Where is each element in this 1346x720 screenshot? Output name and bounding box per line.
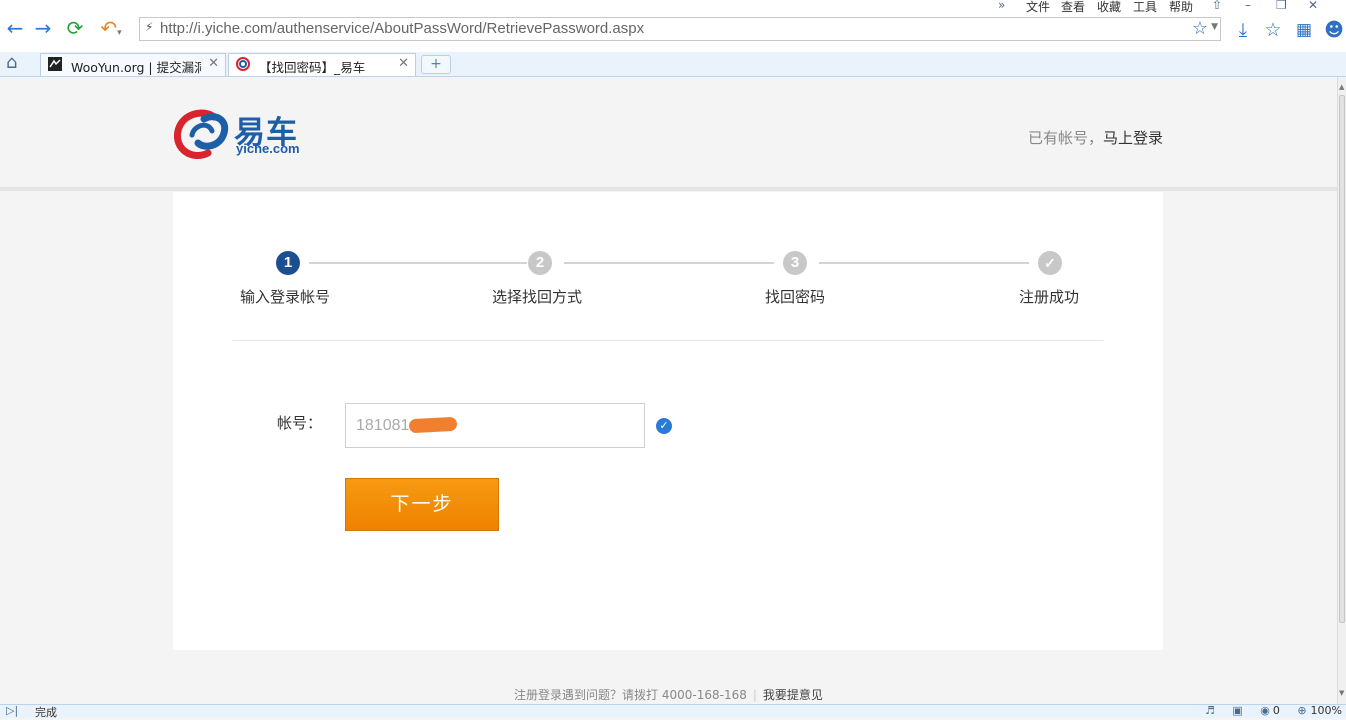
feedback-link[interactable]: 我要提意见 [763,688,823,702]
download-count-icon[interactable]: ◉ [1260,704,1270,717]
browser-toolbar: ← → ⟳ ↶▾ ⚡ http://i.yiche.com/authenserv… [0,0,1346,52]
close-tab-icon[interactable]: ✕ [398,56,409,71]
tab-strip: ⌂ WooYun.org | 提交漏洞 ✕ 【找回密码】_易车 ✕ + [0,52,1346,77]
login-hint: 已有帐号，马上登录 [1028,127,1163,148]
apps-grid-icon[interactable]: ▦ [1292,18,1316,42]
user-account-icon[interactable]: ☻ [1322,18,1346,42]
home-icon[interactable]: ⌂ [6,52,17,73]
footer-separator: | [752,688,757,702]
sound-icon[interactable]: ♬ [1205,704,1215,717]
step-1-label: 输入登录帐号 [240,288,331,306]
step-4-check-icon: ✓ [1038,251,1062,275]
screenshot-icon[interactable]: ▣ [1232,704,1242,717]
sidebar-toggle-icon[interactable]: ▷| [6,704,18,717]
step-1-indicator: 1 [276,251,300,275]
dropdown-arrow-icon[interactable]: ▼ [1211,22,1218,32]
step-3-label: 找回密码 [765,288,826,306]
tab-wooyun[interactable]: WooYun.org | 提交漏洞 ✕ [40,53,226,76]
restore-icon[interactable]: ❐ [1276,0,1287,12]
address-bar[interactable]: ⚡ http://i.yiche.com/authenservice/About… [139,17,1221,41]
scroll-down-icon[interactable]: ▼ [1339,689,1344,697]
back-arrow-icon[interactable]: ← [2,14,28,42]
menu-help[interactable]: 帮助 [1169,0,1193,15]
favorites-star-icon[interactable]: ☆ [1261,18,1285,42]
menu-tools[interactable]: 工具 [1133,0,1157,15]
step-connector [564,262,774,264]
site-header: 易车 yiche.com 已有帐号，马上登录 [0,77,1337,191]
scroll-up-icon[interactable]: ▲ [1339,83,1344,91]
close-window-icon[interactable]: ✕ [1308,0,1318,12]
download-icon[interactable]: ⤓ [1231,18,1255,42]
status-bar: ▷| 完成 ♬ ▣ ◉ 0 ⊕ 100% [0,704,1346,719]
url-text[interactable]: http://i.yiche.com/authenservice/AboutPa… [160,20,644,37]
step-connector [309,262,527,264]
help-text: 注册登录遇到问题？请拨打 4000-168-168 [514,688,747,702]
yiche-logo[interactable]: 易车 yiche.com [174,107,314,163]
download-count: 0 [1272,704,1280,717]
next-step-button[interactable]: 下一步 [345,478,499,531]
zoom-icon[interactable]: ⊕ [1297,704,1306,717]
vertical-scrollbar[interactable]: ▲ ▼ [1337,77,1346,704]
logo-domain: yiche.com [236,141,300,156]
valid-check-icon: ✓ [656,418,672,434]
retrieve-password-panel: 1 输入登录帐号 2 选择找回方式 3 找回密码 ✓ 注册成功 帐号： ✓ 下一… [173,192,1163,650]
account-label: 帐号： [277,414,323,432]
step-2-indicator: 2 [528,251,552,275]
account-input[interactable] [345,403,645,448]
tab-label: WooYun.org | 提交漏洞 [71,60,201,75]
new-tab-button[interactable]: + [421,55,451,74]
menu-favorites[interactable]: 收藏 [1097,0,1121,15]
page-footer: 注册登录遇到问题？请拨打 4000-168-168 | 我要提意见 [0,686,1337,703]
minimize-icon[interactable]: – [1245,0,1251,12]
menu-view[interactable]: 查看 [1061,0,1085,15]
zoom-level[interactable]: 100% [1311,704,1342,717]
divider [233,340,1103,341]
login-link[interactable]: 马上登录 [1103,129,1163,147]
refresh-icon[interactable]: ⟳ [62,14,88,42]
step-3-indicator: 3 [783,251,807,275]
skin-icon[interactable]: ⇧ [1212,0,1222,12]
menu-bar: » 文件 查看 收藏 工具 帮助 ⇧ – ❐ ✕ [986,0,1346,14]
wooyun-favicon-icon [48,57,62,71]
undo-icon[interactable]: ↶▾ [96,14,126,42]
menu-more[interactable]: » [998,0,1005,12]
yiche-favicon-icon [236,57,250,71]
tab-label: 【找回密码】_易车 [259,60,366,75]
step-2-label: 选择找回方式 [492,288,583,306]
scroll-thumb[interactable] [1339,95,1345,623]
step-connector [819,262,1029,264]
tab-yiche[interactable]: 【找回密码】_易车 ✕ [228,53,416,76]
forward-arrow-icon[interactable]: → [30,14,56,42]
bookmark-star-icon[interactable]: ☆ [1192,18,1208,39]
status-tools: ♬ ▣ ◉ 0 ⊕ 100% [1191,704,1342,717]
redaction-mark [408,416,458,434]
yiche-logo-icon [174,109,229,159]
menu-file[interactable]: 文件 [1026,0,1050,15]
step-4-label: 注册成功 [1019,288,1080,306]
lightning-icon: ⚡ [145,20,154,34]
web-page: 易车 yiche.com 已有帐号，马上登录 1 输入登录帐号 2 选择找回方式… [0,77,1337,704]
login-prompt: 已有帐号， [1027,129,1103,147]
close-tab-icon[interactable]: ✕ [208,56,219,71]
